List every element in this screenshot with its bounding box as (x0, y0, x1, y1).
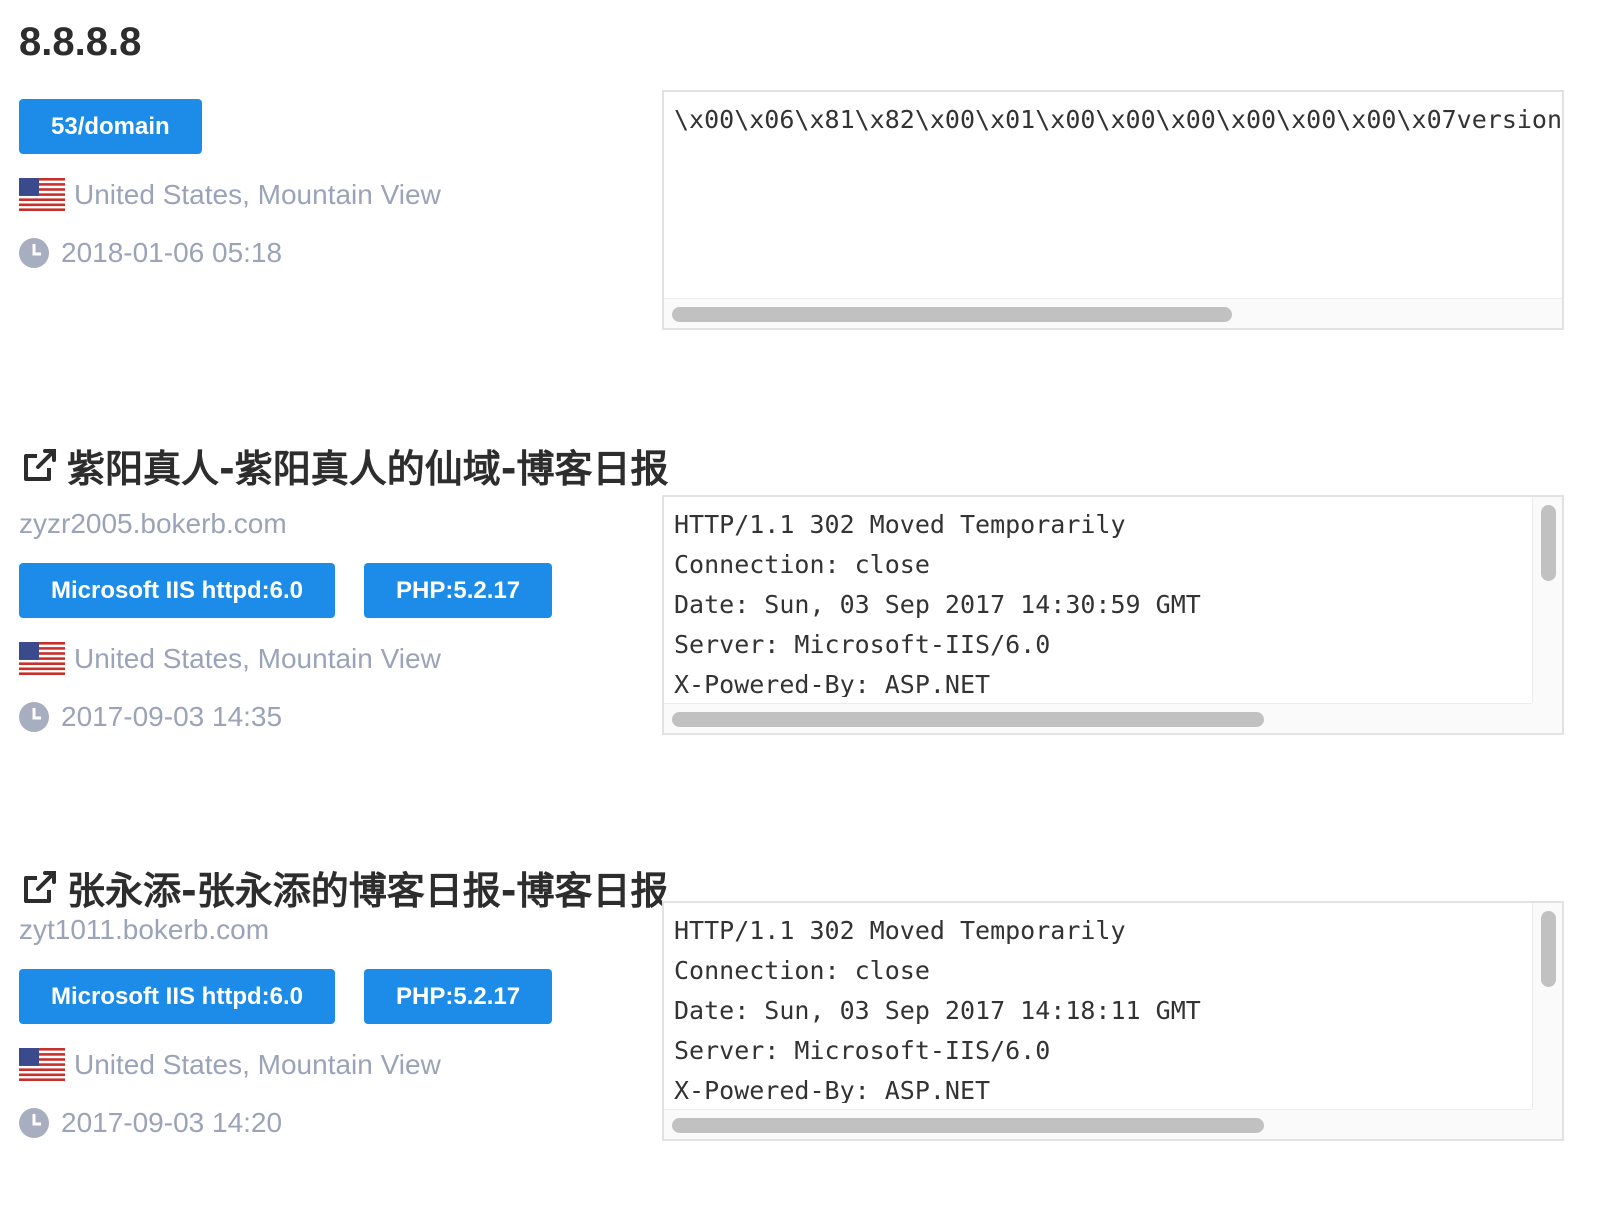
external-link-icon[interactable] (19, 446, 59, 486)
location: United States, Mountain View (19, 642, 441, 675)
banner-text: \x00\x06\x81\x82\x00\x01\x00\x00\x00\x00… (674, 105, 1562, 134)
banner-box[interactable]: HTTP/1.1 302 Moved Temporarily Connectio… (662, 901, 1564, 1141)
scroll-thumb[interactable] (672, 712, 1264, 727)
scroll-thumb[interactable] (1541, 911, 1556, 987)
banner-box[interactable]: HTTP/1.1 302 Moved Temporarily Connectio… (662, 495, 1564, 735)
location-text: United States, Mountain View (74, 642, 441, 674)
host-link[interactable]: zyzr2005.bokerb.com (19, 508, 287, 540)
location: United States, Mountain View (19, 1048, 441, 1081)
banner-box[interactable]: \x00\x06\x81\x82\x00\x01\x00\x00\x00\x00… (662, 90, 1564, 330)
external-link-icon[interactable] (19, 868, 59, 908)
banner-text: HTTP/1.1 302 Moved Temporarily Connectio… (674, 510, 1201, 697)
banner-text: HTTP/1.1 302 Moved Temporarily Connectio… (674, 916, 1201, 1103)
us-flag-icon (19, 642, 65, 675)
timestamp-text: 2018-01-06 05:18 (61, 237, 283, 268)
vertical-scrollbar[interactable] (1532, 903, 1562, 1111)
result-title-text[interactable]: 紫阳真人-紫阳真人的仙域-博客日报 (67, 438, 669, 493)
result-title-text[interactable]: 8.8.8.8 (19, 20, 141, 65)
location: United States, Mountain View (19, 178, 441, 211)
horizontal-scrollbar[interactable] (664, 298, 1562, 328)
us-flag-icon (19, 1048, 65, 1081)
location-text: United States, Mountain View (74, 178, 441, 210)
vertical-scrollbar[interactable] (1532, 497, 1562, 705)
server-tag[interactable]: Microsoft IIS httpd:6.0 (19, 969, 335, 1024)
horizontal-scrollbar[interactable] (664, 703, 1536, 733)
timestamp: 2017-09-03 14:35 (19, 701, 282, 733)
scroll-corner (1532, 1109, 1562, 1139)
result-title[interactable]: 紫阳真人-紫阳真人的仙域-博客日报 (19, 438, 669, 493)
timestamp: 2017-09-03 14:20 (19, 1107, 282, 1139)
horizontal-scrollbar[interactable] (664, 1109, 1536, 1139)
tag-list: Microsoft IIS httpd:6.0 PHP:5.2.17 (19, 563, 553, 618)
timestamp-text: 2017-09-03 14:20 (61, 1107, 283, 1138)
host-link[interactable]: zyt1011.bokerb.com (19, 914, 269, 946)
clock-icon (19, 1108, 49, 1138)
clock-icon (19, 702, 49, 732)
tag-list: Microsoft IIS httpd:6.0 PHP:5.2.17 (19, 969, 553, 1024)
scroll-thumb[interactable] (672, 1118, 1264, 1133)
server-tag[interactable]: Microsoft IIS httpd:6.0 (19, 563, 335, 618)
result-title-text[interactable]: 张永添-张永添的博客日报-博客日报 (67, 860, 669, 915)
scroll-corner (1532, 703, 1562, 733)
scroll-thumb[interactable] (672, 307, 1232, 322)
timestamp: 2018-01-06 05:18 (19, 237, 282, 269)
us-flag-icon (19, 178, 65, 211)
php-tag[interactable]: PHP:5.2.17 (364, 969, 553, 1024)
scroll-thumb[interactable] (1541, 505, 1556, 581)
location-text: United States, Mountain View (74, 1048, 441, 1080)
php-tag[interactable]: PHP:5.2.17 (364, 563, 553, 618)
result-title[interactable]: 张永添-张永添的博客日报-博客日报 (19, 860, 669, 915)
tag-list: 53/domain (19, 99, 202, 154)
clock-icon (19, 238, 49, 268)
result-title[interactable]: 8.8.8.8 (19, 20, 141, 65)
timestamp-text: 2017-09-03 14:35 (61, 701, 283, 732)
port-tag[interactable]: 53/domain (19, 99, 202, 154)
